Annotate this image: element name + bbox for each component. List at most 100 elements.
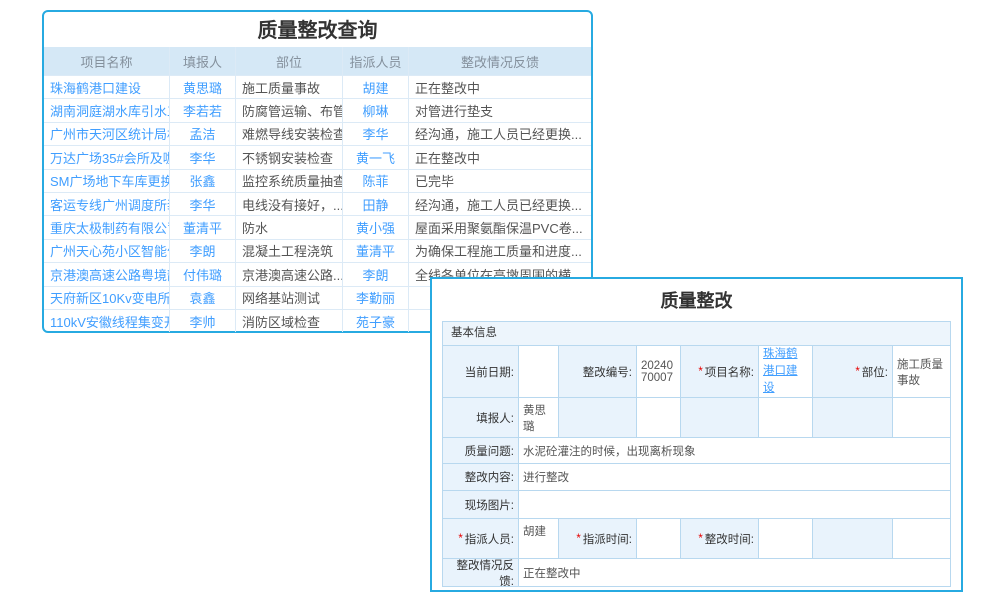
rectification-no-field[interactable]: 2024070007 — [637, 346, 681, 397]
quality-issue-label: 质量问题: — [443, 438, 519, 463]
table-row[interactable]: 湖南洞庭湖水库引水工程施 李若若 防腐管运输、布管 柳琳 对管进行垫支 — [44, 98, 591, 121]
feedback-field[interactable]: 正在整改中 — [519, 559, 950, 586]
form-row-2: 填报人: 黄思璐 — [443, 397, 950, 437]
basic-info-section-header: 基本信息 — [443, 322, 950, 345]
project-name-field[interactable]: 珠海鹤港口建设 — [759, 346, 813, 397]
part-cell: 监控系统质量抽查 — [236, 170, 343, 192]
empty-value-cell — [759, 398, 813, 437]
project-name-link[interactable]: SM广场地下车库更换摄像 — [44, 170, 170, 192]
project-name-link[interactable]: 广州天心苑小区智能化系统 — [44, 240, 170, 262]
project-name-link[interactable]: 珠海鹤港口建设 — [44, 76, 170, 98]
assignee-cell[interactable]: 陈菲 — [343, 170, 409, 192]
column-header-reporter: 填报人 — [170, 47, 236, 75]
part-cell: 难燃导线安装检查 — [236, 123, 343, 145]
empty-value-cell — [893, 519, 950, 558]
table-row[interactable]: 客运专线广州调度所装修项 李华 电线没有接好，... 田静 经沟通，施工人员已经… — [44, 192, 591, 215]
assignee-cell[interactable]: 胡建 — [343, 76, 409, 98]
rectification-content-field[interactable]: 进行整改 — [519, 464, 950, 490]
rectify-time-field[interactable] — [759, 519, 813, 558]
table-row[interactable]: 万达广场35#会所及咖啡厅 李华 不锈钢安装检查 黄一飞 正在整改中 — [44, 145, 591, 168]
project-name-link[interactable]: 重庆太极制药有限公司亳州 — [44, 216, 170, 238]
feedback-cell: 屋面采用聚氨酯保温PVC卷... — [409, 216, 591, 238]
part-cell: 不锈钢安装检查 — [236, 146, 343, 168]
form-row-3: 质量问题: 水泥砼灌注的时候，出现离析现象 — [443, 437, 950, 463]
reporter-cell[interactable]: 张鑫 — [170, 170, 236, 192]
reporter-cell[interactable]: 董清平 — [170, 216, 236, 238]
feedback-cell: 经沟通，施工人员已经更换... — [409, 123, 591, 145]
part-cell: 电线没有接好，... — [236, 193, 343, 215]
reporter-cell[interactable]: 袁鑫 — [170, 287, 236, 309]
assignee-field[interactable]: 胡建 — [519, 519, 559, 558]
assignee-cell[interactable]: 董清平 — [343, 240, 409, 262]
part-cell: 京港澳高速公路... — [236, 263, 343, 285]
empty-label-cell — [681, 398, 759, 437]
assign-time-label: * 指派时间: — [559, 519, 637, 558]
reporter-cell[interactable]: 黄思璐 — [170, 76, 236, 98]
feedback-cell: 对管进行垫支 — [409, 99, 591, 121]
required-asterisk: * — [576, 533, 580, 545]
feedback-cell: 已完毕 — [409, 170, 591, 192]
empty-label-cell — [813, 398, 893, 437]
reporter-cell[interactable]: 李朗 — [170, 240, 236, 262]
reporter-cell[interactable]: 李帅 — [170, 310, 236, 332]
empty-value-cell — [893, 398, 950, 437]
empty-value-cell — [637, 398, 681, 437]
assignee-cell[interactable]: 李华 — [343, 123, 409, 145]
required-asterisk: * — [698, 366, 702, 378]
project-name-link[interactable]: 万达广场35#会所及咖啡厅 — [44, 146, 170, 168]
reporter-cell[interactable]: 李华 — [170, 146, 236, 168]
assignee-cell[interactable]: 柳琳 — [343, 99, 409, 121]
assignee-cell[interactable]: 苑子豪 — [343, 310, 409, 332]
required-asterisk: * — [698, 533, 702, 545]
part-cell: 施工质量事故 — [236, 76, 343, 98]
required-asterisk: * — [458, 533, 462, 545]
site-photo-field[interactable] — [519, 491, 950, 518]
reporter-cell[interactable]: 李若若 — [170, 99, 236, 121]
reporter-cell[interactable]: 付伟璐 — [170, 263, 236, 285]
project-name-link[interactable]: 天府新区10Kv变电所安装工 — [44, 287, 170, 309]
rectification-no-label: 整改编号: — [559, 346, 637, 397]
part-label: * 部位: — [813, 346, 893, 397]
feedback-cell: 正在整改中 — [409, 76, 591, 98]
part-field[interactable]: 施工质量事故 — [893, 346, 950, 397]
part-cell: 混凝土工程浇筑 — [236, 240, 343, 262]
assign-time-field[interactable] — [637, 519, 681, 558]
table-row[interactable]: 广州市天河区统计局机房改 孟洁 难燃导线安装检查 李华 经沟通，施工人员已经更换… — [44, 122, 591, 145]
form-row-5: 现场图片: — [443, 490, 950, 518]
reporter-cell[interactable]: 李华 — [170, 193, 236, 215]
detail-dialog-title: 质量整改 — [432, 279, 961, 321]
project-name-link[interactable]: 客运专线广州调度所装修项 — [44, 193, 170, 215]
project-name-link[interactable]: 珠海鹤港口建设 — [763, 346, 808, 397]
empty-label-cell — [559, 398, 637, 437]
form-row-1: 当前日期: 整改编号: 2024070007 * 项目名称: 珠海鹤港口建设 *… — [443, 345, 950, 397]
project-name-link[interactable]: 广州市天河区统计局机房改 — [44, 123, 170, 145]
table-row[interactable]: 广州天心苑小区智能化系统 李朗 混凝土工程浇筑 董清平 为确保工程施工质量和进度… — [44, 239, 591, 262]
reporter-label: 填报人: — [443, 398, 519, 437]
assignee-cell[interactable]: 李朗 — [343, 263, 409, 285]
column-header-part: 部位 — [236, 47, 343, 75]
project-name-link[interactable]: 湖南洞庭湖水库引水工程施 — [44, 99, 170, 121]
table-row[interactable]: 珠海鹤港口建设 黄思璐 施工质量事故 胡建 正在整改中 — [44, 75, 591, 98]
assignee-cell[interactable]: 黄小强 — [343, 216, 409, 238]
current-date-label: 当前日期: — [443, 346, 519, 397]
assign-time-label-text: 指派时间: — [583, 531, 632, 547]
column-header-project: 项目名称 — [44, 47, 170, 75]
project-name-link[interactable]: 京港澳高速公路粤境韶关至 — [44, 263, 170, 285]
reporter-field[interactable]: 黄思璐 — [519, 398, 559, 437]
form-row-7: 整改情况反馈: 正在整改中 — [443, 558, 950, 586]
reporter-cell[interactable]: 孟洁 — [170, 123, 236, 145]
assignee-cell[interactable]: 李勤丽 — [343, 287, 409, 309]
assignee-label-text: 指派人员: — [465, 531, 514, 547]
table-row[interactable]: 重庆太极制药有限公司亳州 董清平 防水 黄小强 屋面采用聚氨酯保温PVC卷... — [44, 215, 591, 238]
project-name-link[interactable]: 110kV安徽线程集变开断线 — [44, 310, 170, 332]
required-asterisk: * — [855, 366, 859, 378]
assignee-cell[interactable]: 黄一飞 — [343, 146, 409, 168]
current-date-field[interactable] — [519, 346, 559, 397]
table-row[interactable]: SM广场地下车库更换摄像 张鑫 监控系统质量抽查 陈菲 已完毕 — [44, 169, 591, 192]
assignee-label: * 指派人员: — [443, 519, 519, 558]
feedback-cell: 为确保工程施工质量和进度... — [409, 240, 591, 262]
project-name-label-text: 项目名称: — [705, 364, 754, 380]
assignee-cell[interactable]: 田静 — [343, 193, 409, 215]
quality-issue-field[interactable]: 水泥砼灌注的时候，出现离析现象 — [519, 438, 950, 463]
feedback-cell: 正在整改中 — [409, 146, 591, 168]
